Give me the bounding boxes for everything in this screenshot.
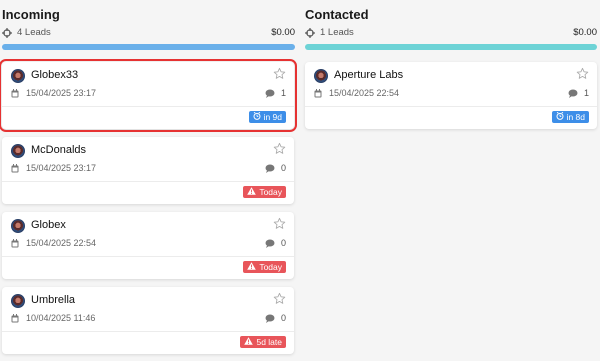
calendar-icon — [11, 88, 19, 97]
lead-card[interactable]: Aperture Labs 15/04/2025 22:54 1 in 8d — [305, 62, 597, 129]
comment-count: 1 — [583, 88, 589, 98]
lead-name[interactable]: Globex33 — [31, 69, 78, 81]
star-icon[interactable] — [273, 292, 286, 305]
star-icon[interactable] — [273, 142, 286, 155]
lead-date: 15/04/2025 23:17 — [26, 88, 97, 98]
due-badge: Today — [243, 261, 286, 273]
due-badge-label: 5d late — [256, 337, 282, 347]
lead-name[interactable]: McDonalds — [31, 144, 86, 156]
column-title: Contacted — [305, 7, 369, 22]
lead-card[interactable]: Globex33 15/04/2025 23:17 1 in 9d — [0, 59, 297, 132]
column-contacted: Contacted 1 Leads $0.00 Aperture Labs 15… — [305, 0, 597, 129]
avatar — [314, 69, 328, 83]
due-badge: in 8d — [551, 111, 589, 123]
lead-date: 15/04/2025 22:54 — [26, 238, 97, 248]
column-amount: $0.00 — [573, 27, 597, 38]
due-badge-label: Today — [259, 187, 282, 197]
alarm-clock-icon — [556, 111, 564, 120]
lead-count: 4 Leads — [17, 27, 51, 38]
comment-count: 1 — [280, 88, 286, 98]
lead-date: 15/04/2025 22:54 — [329, 88, 400, 98]
crosshair-icon — [2, 27, 12, 38]
lead-card[interactable]: Globex 15/04/2025 22:54 0 Today — [2, 212, 294, 279]
comment-icon — [265, 314, 275, 323]
star-icon[interactable] — [273, 67, 286, 80]
due-badge: in 9d — [248, 111, 286, 123]
column-progress-bar — [2, 44, 295, 50]
divider — [2, 181, 294, 182]
warning-icon — [247, 262, 257, 270]
star-icon[interactable] — [273, 217, 286, 230]
warning-icon — [244, 337, 254, 345]
divider — [2, 106, 294, 107]
lead-name[interactable]: Aperture Labs — [334, 69, 403, 81]
column-incoming: Incoming 4 Leads $0.00 Globex33 15/04/20… — [0, 0, 297, 354]
lead-card[interactable]: McDonalds 15/04/2025 23:17 0 Today — [2, 137, 294, 204]
lead-date: 10/04/2025 11:46 — [26, 313, 96, 323]
divider — [2, 331, 294, 332]
calendar-icon — [11, 163, 19, 172]
crosshair-icon — [305, 27, 315, 38]
column-amount: $0.00 — [271, 27, 295, 38]
avatar — [11, 294, 25, 308]
lead-name[interactable]: Umbrella — [31, 294, 75, 306]
due-badge-label: Today — [259, 262, 282, 272]
lead-name[interactable]: Globex — [31, 219, 66, 231]
column-title: Incoming — [2, 7, 60, 22]
column-progress-bar — [305, 44, 597, 50]
calendar-icon — [11, 238, 19, 247]
comment-count: 0 — [280, 238, 286, 248]
avatar — [11, 69, 25, 83]
due-badge-label: in 9d — [263, 112, 282, 122]
comment-count: 0 — [280, 163, 286, 173]
lead-count: 1 Leads — [320, 27, 354, 38]
calendar-icon — [11, 313, 19, 322]
star-icon[interactable] — [576, 67, 589, 80]
lead-card[interactable]: Umbrella 10/04/2025 11:46 0 5d late — [2, 287, 294, 354]
column-header: Contacted 1 Leads $0.00 — [305, 0, 597, 52]
due-badge: Today — [243, 186, 286, 198]
lead-date: 15/04/2025 23:17 — [26, 163, 97, 173]
avatar — [11, 144, 25, 158]
column-header: Incoming 4 Leads $0.00 — [2, 0, 295, 52]
comment-icon — [568, 89, 578, 98]
due-badge: 5d late — [240, 336, 286, 348]
comment-count: 0 — [280, 313, 286, 323]
divider — [305, 106, 597, 107]
calendar-icon — [314, 88, 322, 97]
comment-icon — [265, 164, 275, 173]
comment-icon — [265, 239, 275, 248]
due-badge-label: in 8d — [566, 112, 585, 122]
alarm-clock-icon — [253, 111, 261, 120]
avatar — [11, 219, 25, 233]
comment-icon — [265, 89, 275, 98]
warning-icon — [247, 187, 257, 195]
divider — [2, 256, 294, 257]
